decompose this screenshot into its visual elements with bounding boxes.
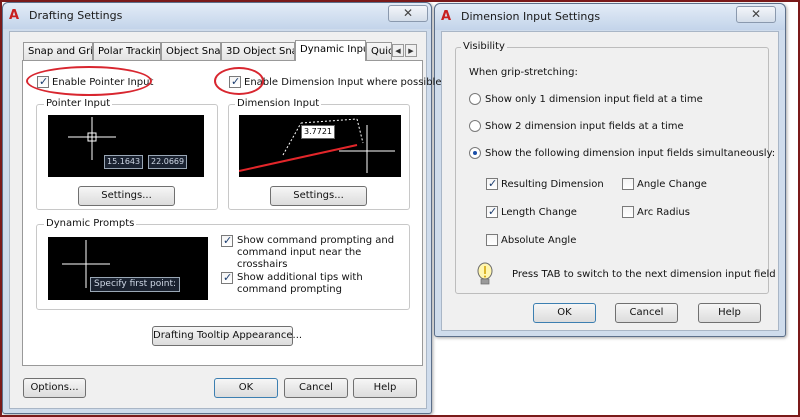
absolute-angle-label: Absolute Angle <box>501 235 577 246</box>
visibility-group <box>455 47 769 294</box>
dimension-close-button[interactable]: ✕ <box>736 6 776 23</box>
dimension-settings-button[interactable]: Settings... <box>270 186 367 206</box>
tab-scroll-left-icon[interactable]: ◀ <box>392 44 404 57</box>
show-two-fields-label: Show 2 dimension input fields at a time <box>485 121 684 132</box>
drafting-titlebar[interactable]: A Drafting Settings ✕ <box>3 3 431 29</box>
drafting-cancel-button[interactable]: Cancel <box>284 378 348 398</box>
dynamic-prompts-group-label: Dynamic Prompts <box>44 218 137 229</box>
arc-radius-label: Arc Radius <box>637 207 690 218</box>
check-icon: ✓ <box>488 177 498 190</box>
tab-object-snap[interactable]: Object Snap <box>161 42 221 60</box>
angle-change-label: Angle Change <box>637 179 707 190</box>
drafting-ok-button[interactable]: OK <box>214 378 278 398</box>
tab-scroll-right-icon[interactable]: ▶ <box>405 44 417 57</box>
check-icon: ✓ <box>223 234 233 247</box>
tab-3d-object-snap[interactable]: 3D Object Snap <box>221 42 295 60</box>
drafting-title: Drafting Settings <box>29 9 123 22</box>
show-command-prompting-label: Show command prompting and command input… <box>237 235 395 270</box>
radio-selected-dot <box>473 151 477 155</box>
drafting-tooltip-appearance-button[interactable]: Drafting Tooltip Appearance... <box>152 326 302 346</box>
drafting-close-button[interactable]: ✕ <box>388 5 428 22</box>
check-icon: ✓ <box>488 205 498 218</box>
absolute-angle-checkbox[interactable] <box>486 234 498 246</box>
dimension-input-group-label: Dimension Input <box>235 98 322 109</box>
resulting-dimension-label: Resulting Dimension <box>501 179 604 190</box>
dimension-value-field: 3.7721 <box>301 125 335 139</box>
specify-first-point-tooltip: Specify first point: <box>90 277 181 292</box>
when-grip-stretching-label: When grip-stretching: <box>469 67 578 78</box>
dimension-title: Dimension Input Settings <box>461 10 601 23</box>
drafting-settings-window: A Drafting Settings ✕ Snap and Grid Pola… <box>2 2 441 414</box>
show-one-field-label: Show only 1 dimension input field at a t… <box>485 94 703 105</box>
show-one-field-radio[interactable] <box>469 93 481 105</box>
dimension-help-button[interactable]: Help <box>698 303 761 323</box>
length-change-label: Length Change <box>501 207 577 218</box>
show-following-fields-radio[interactable] <box>469 147 481 159</box>
options-button[interactable]: Options... <box>23 378 86 398</box>
show-command-prompting-checkbox[interactable]: ✓ <box>221 234 233 247</box>
enable-dimension-input-label: Enable Dimension Input where possible <box>244 77 442 88</box>
dynamic-prompts-preview: Specify first point: <box>48 237 208 300</box>
dimension-cancel-button[interactable]: Cancel <box>615 303 678 323</box>
lightbulb-graphic <box>477 262 493 285</box>
length-change-checkbox[interactable]: ✓ <box>486 205 498 218</box>
tab-dynamic-input[interactable]: Dynamic Input <box>295 40 366 61</box>
dimension-ok-button[interactable]: OK <box>533 303 596 323</box>
angle-change-checkbox[interactable] <box>622 178 634 190</box>
autocad-logo-icon: A <box>441 9 452 24</box>
show-additional-tips-label: Show additional tips with command prompt… <box>237 272 363 295</box>
lightbulb-icon <box>476 262 494 286</box>
visibility-group-label: Visibility <box>461 41 507 52</box>
autocad-logo-icon: A <box>9 8 20 23</box>
arc-radius-checkbox[interactable] <box>622 206 634 218</box>
check-icon: ✓ <box>231 75 241 88</box>
pointer-input-preview: 15.1643 22.0669 <box>48 115 204 177</box>
dimension-input-settings-window: A Dimension Input Settings ✕ Visibility … <box>434 3 786 337</box>
tab-polar-tracking[interactable]: Polar Tracking <box>93 42 161 60</box>
pointer-y-value: 22.0669 <box>148 155 188 169</box>
enable-dimension-input-checkbox[interactable]: ✓ <box>229 75 241 88</box>
tab-switch-hint: Press TAB to switch to the next dimensio… <box>512 269 776 280</box>
show-two-fields-radio[interactable] <box>469 120 481 132</box>
check-icon: ✓ <box>223 271 233 284</box>
pointer-input-group-label: Pointer Input <box>44 98 113 109</box>
check-icon: ✓ <box>39 75 49 88</box>
dimension-input-preview: 3.7721 <box>238 115 401 177</box>
tab-snap-and-grid[interactable]: Snap and Grid <box>23 42 93 60</box>
pointer-x-value: 15.1643 <box>104 155 144 169</box>
dimension-titlebar[interactable]: A Dimension Input Settings ✕ <box>435 4 785 30</box>
enable-pointer-input-label: Enable Pointer Input <box>52 77 154 88</box>
tab-quick-properties[interactable]: Quic <box>366 42 392 60</box>
resulting-dimension-checkbox[interactable]: ✓ <box>486 177 498 190</box>
show-additional-tips-checkbox[interactable]: ✓ <box>221 271 233 284</box>
show-following-fields-label: Show the following dimension input field… <box>485 148 776 159</box>
dynamic-input-panel: ✓ Enable Pointer Input ✓ Enable Dimensio… <box>22 60 441 366</box>
drafting-help-button[interactable]: Help <box>353 378 417 398</box>
enable-pointer-input-checkbox[interactable]: ✓ <box>37 75 49 88</box>
pointer-settings-button[interactable]: Settings... <box>78 186 175 206</box>
